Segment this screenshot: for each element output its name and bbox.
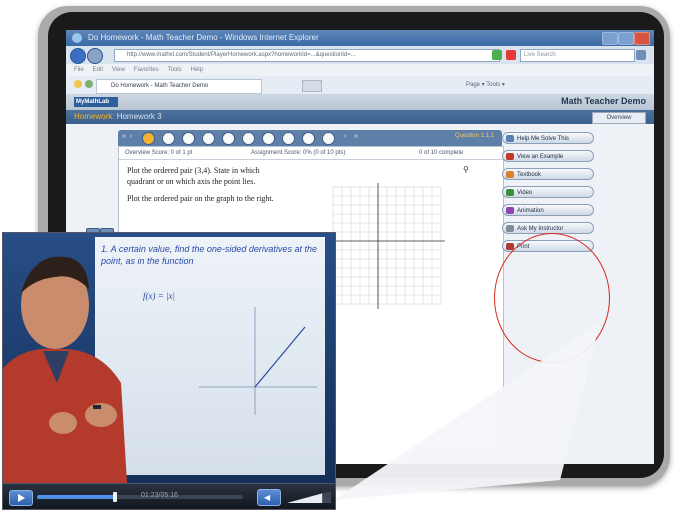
question-navigator: « ‹ › » Question 1.1.1 (118, 130, 502, 146)
course-name: Math Teacher Demo (561, 96, 646, 106)
menu-view[interactable]: View (112, 67, 125, 73)
page-tools-menu[interactable]: Page ▾ Tools ▾ (466, 81, 505, 88)
progress-text: 0 of 10 complete (419, 150, 464, 156)
question-label: Question 1.1.1 (454, 133, 494, 139)
volume-slider[interactable] (287, 491, 331, 503)
tool-button-video[interactable]: Video (502, 186, 594, 198)
search-input[interactable]: Live Search (520, 49, 635, 62)
prev-question-icon[interactable]: ‹ (130, 133, 132, 140)
seek-bar[interactable] (37, 492, 243, 502)
new-tab-icon[interactable] (302, 80, 322, 92)
tool-button-help-me-solve-this[interactable]: Help Me Solve This (502, 132, 594, 144)
question-dot[interactable] (302, 132, 315, 145)
tool-icon (506, 189, 514, 196)
video-player[interactable]: 1. A certain value, find the one-sided d… (2, 232, 336, 510)
tool-label: Textbook (517, 172, 542, 178)
tool-label: Help Me Solve This (517, 136, 569, 142)
search-icon[interactable] (636, 50, 646, 60)
favorites-bar: Do Homework - Math Teacher Demo Page ▾ T… (66, 76, 654, 95)
url-field[interactable]: http://www.mathxl.com/Student/PlayerHome… (114, 49, 500, 62)
favorites-star-icon[interactable] (74, 80, 82, 88)
question-dot[interactable] (222, 132, 235, 145)
close-icon[interactable] (634, 32, 650, 45)
app-header: MyMathLab Math Teacher Demo (66, 94, 654, 110)
presenter-image (3, 256, 127, 483)
tool-label: Animation (517, 208, 544, 214)
tool-button-animation[interactable]: Animation (502, 204, 594, 216)
add-favorites-icon[interactable] (85, 80, 93, 88)
question-prompt: Plot the ordered pair (3,4). State in wh… (127, 166, 260, 186)
window-title: Do Homework - Math Teacher Demo - Window… (88, 33, 319, 42)
tool-icon (506, 225, 514, 232)
highlight-oval (494, 233, 610, 363)
mymathlab-logo: MyMathLab (74, 97, 118, 107)
question-text: Plot the ordered pair (3,4). State in wh… (127, 165, 287, 204)
first-question-icon[interactable]: « (122, 133, 126, 140)
question-dot[interactable] (262, 132, 275, 145)
menu-help[interactable]: Help (191, 67, 203, 73)
overview-button[interactable]: Overview (592, 112, 646, 124)
play-button[interactable] (9, 490, 33, 506)
seek-handle[interactable] (113, 492, 118, 502)
window-title-bar: Do Homework - Math Teacher Demo - Window… (66, 30, 654, 46)
forward-icon[interactable] (87, 48, 103, 64)
zoom-icon[interactable]: ⚲ (463, 165, 469, 174)
menu-file[interactable]: File (74, 67, 84, 73)
browser-tab[interactable]: Do Homework - Math Teacher Demo (96, 79, 262, 94)
question-dot[interactable] (142, 132, 155, 145)
next-question-icon[interactable]: › (344, 133, 346, 140)
homework-title: Homework: Homework 3 (74, 112, 162, 121)
last-question-icon[interactable]: » (354, 133, 358, 140)
coordinate-grid[interactable] (327, 181, 447, 311)
tool-icon (506, 207, 514, 214)
menu-tools[interactable]: Tools (168, 67, 182, 73)
tool-button-view-an-example[interactable]: View an Example (502, 150, 594, 162)
question-dot[interactable] (182, 132, 195, 145)
question-dot[interactable] (322, 132, 335, 145)
question-dot[interactable] (162, 132, 175, 145)
question-instruction: Plot the ordered pair on the graph to th… (127, 194, 274, 203)
overview-score: Overview Score: 0 of 1 pt (125, 150, 193, 156)
tool-label: Ask My Instructor (517, 226, 564, 232)
assignment-score: Assignment Score: 0% (0 of 10 pts) (251, 150, 346, 156)
video-frame: 1. A certain value, find the one-sided d… (3, 233, 335, 483)
minimize-icon[interactable] (602, 32, 618, 45)
maximize-icon[interactable] (618, 32, 634, 45)
tool-icon (506, 153, 514, 160)
tool-label: Video (517, 190, 533, 196)
speaker-icon: ◀ (264, 493, 271, 502)
tool-label: View an Example (517, 154, 564, 160)
question-dot[interactable] (282, 132, 295, 145)
stop-icon[interactable] (506, 50, 516, 60)
menu-edit[interactable]: Edit (93, 67, 103, 73)
question-dot[interactable] (242, 132, 255, 145)
seek-progress (37, 495, 116, 499)
question-dot[interactable] (202, 132, 215, 145)
board-plot (199, 307, 317, 415)
homework-bar: Homework: Homework 3 Overview (66, 110, 654, 124)
address-bar: http://www.mathxl.com/Student/PlayerHome… (66, 46, 654, 64)
back-icon[interactable] (70, 48, 86, 64)
volume-button[interactable]: ◀ (257, 489, 281, 506)
ie-logo-icon (72, 33, 82, 43)
tool-icon (506, 171, 514, 178)
menu-bar: File Edit View Favorites Tools Help (66, 64, 654, 76)
tool-icon (506, 135, 514, 142)
video-time: 01:23/05:16 (141, 492, 178, 499)
menu-favorites[interactable]: Favorites (134, 67, 159, 73)
score-row: Overview Score: 0 of 1 pt Assignment Sco… (119, 147, 503, 160)
refresh-icon[interactable] (492, 50, 502, 60)
tool-button-textbook[interactable]: Textbook (502, 168, 594, 180)
video-controls: 01:23/05:16 ◀ (3, 483, 335, 509)
